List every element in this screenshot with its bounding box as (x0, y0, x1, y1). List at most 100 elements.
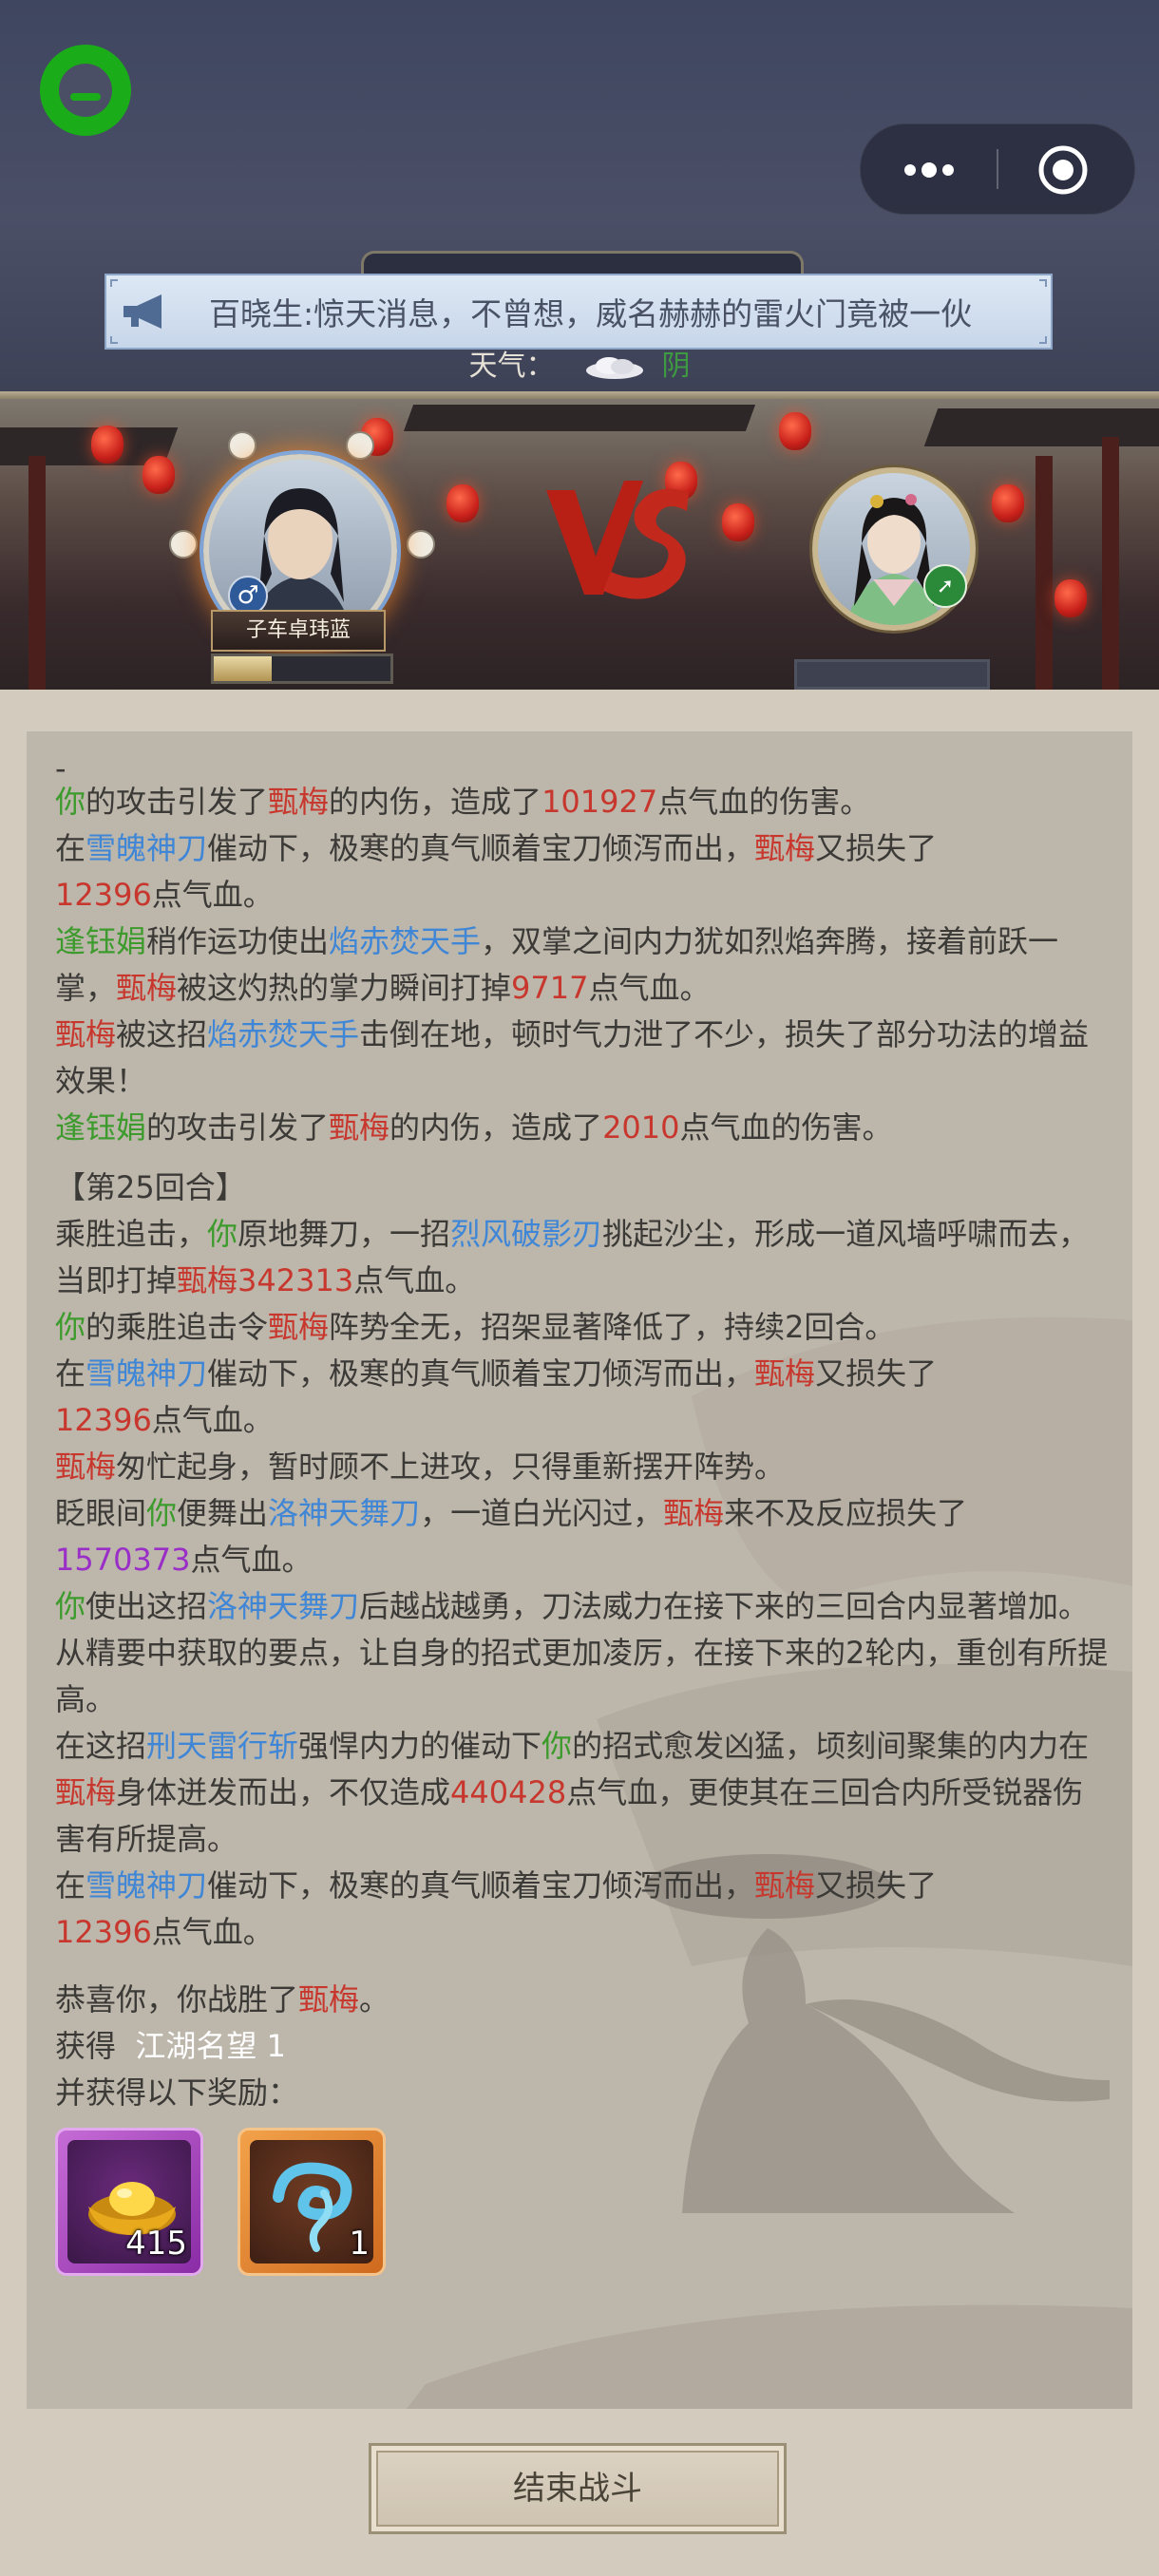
log-target: 甄梅 (55, 1449, 117, 1485)
log-text: 点气血。 (353, 1262, 476, 1298)
log-text: 点气血。 (151, 877, 274, 913)
log-top-marker: - (55, 750, 66, 786)
log-target: 甄梅 (754, 830, 816, 866)
pillar-shape (1102, 437, 1119, 690)
lantern-shape (992, 484, 1024, 522)
log-actor: 逢钰娟 (55, 1109, 147, 1146)
log-skill: 雪魄神刀 (86, 1355, 208, 1392)
log-text: 的招式愈发凶猛，顷刻间聚集的内力在 (572, 1728, 1090, 1764)
log-text: 点气血。 (151, 1914, 274, 1950)
reward-item[interactable]: 415 (55, 2128, 203, 2276)
log-actor: 你 (55, 1588, 86, 1624)
log-text: 便舞出 (177, 1495, 269, 1531)
rank-star (228, 431, 256, 460)
log-damage: 12396 (55, 1402, 152, 1438)
lantern-shape (91, 426, 124, 464)
log-spacer (55, 1956, 1110, 1977)
reward-list: 415 1 (55, 2128, 1110, 2280)
end-battle-button[interactable]: 结束战斗 (369, 2443, 787, 2534)
log-damage: 9717 (511, 970, 589, 1006)
log-text: 在 (55, 1355, 86, 1392)
log-text: 强悍内力的催动下 (298, 1728, 542, 1764)
log-text: 来不及反应损失了 (724, 1495, 968, 1531)
log-text: 又损失了 (815, 830, 938, 866)
rank-star (346, 431, 374, 460)
log-actor: 你 (146, 1495, 178, 1531)
announcement-text: 百晓生:惊天消息，不曾想，威名赫赫的雷火门竟被一伙 (209, 295, 973, 332)
log-text: 的攻击引发了 (86, 784, 269, 820)
rank-star (169, 530, 198, 559)
reward-item[interactable]: 1 (238, 2128, 386, 2276)
log-skill: 烈风破影刃 (450, 1216, 603, 1252)
lantern-shape (722, 503, 754, 541)
log-text: 又损失了 (815, 1867, 938, 1904)
reputation-value: 江湖名望 1 (135, 2028, 286, 2064)
log-damage: 440428 (450, 1774, 567, 1810)
log-text: 点气血的伤害。 (679, 1109, 893, 1146)
victory-text: 恭喜你，你战胜了 (55, 1981, 299, 2017)
log-text: 的内伤，造成了 (329, 784, 542, 820)
log-line: 甄梅匆忙起身，暂时顾不上进攻，只得重新摆开阵势。 (55, 1444, 1110, 1490)
log-text: 催动下，极寒的真气顺着宝刀倾泻而出， (207, 1355, 755, 1392)
player-name: 子车卓玮蓝 (211, 610, 386, 652)
more-dots-icon[interactable] (899, 151, 960, 189)
log-line: 逢钰娟稍作运功使出焰赤焚天手，双掌之间内力犹如烈焰奔腾，接着前跃一掌，甄梅被这灼… (55, 919, 1110, 1012)
log-spacer (55, 1151, 1110, 1165)
log-line: 乘胜追击，你原地舞刀，一招烈风破影刃挑起沙尘，形成一道风墙呼啸而去，当即打掉甄梅… (55, 1211, 1110, 1304)
victory-text: 。 (359, 1981, 390, 2017)
log-text: 眨眼间 (55, 1495, 147, 1531)
reward-count: 415 (125, 2225, 187, 2263)
lantern-shape (779, 412, 811, 450)
log-target: 甄梅 (268, 1309, 330, 1345)
log-text: 点气血。 (151, 1402, 274, 1438)
log-crit-damage: 1570373 (55, 1542, 191, 1578)
log-text: 原地舞刀，一招 (238, 1216, 451, 1252)
capsule-divider (997, 149, 998, 189)
mini-program-capsule (860, 123, 1135, 215)
log-text: 在 (55, 1867, 86, 1904)
log-text: 身体迸发而出，不仅造成 (116, 1774, 451, 1810)
log-target: 甄梅 (116, 970, 178, 1006)
log-actor: 你 (55, 1309, 86, 1345)
victory-target: 甄梅 (298, 1981, 360, 2017)
battle-log-panel[interactable]: - 你的攻击引发了甄梅的内伤，造成了101927点气血的伤害。 在雪魄神刀催动下… (27, 731, 1132, 2409)
log-text: 催动下，极寒的真气顺着宝刀倾泻而出， (207, 1867, 755, 1904)
roof-shape (403, 405, 756, 431)
lantern-shape (1054, 579, 1087, 617)
player-health-fill (214, 656, 273, 681)
battle-log: - 你的攻击引发了甄梅的内伤，造成了101927点气血的伤害。 在雪魄神刀催动下… (55, 750, 1110, 2280)
log-text: 点气血的伤害。 (657, 784, 871, 820)
megaphone-icon (124, 294, 162, 329)
player-health-bar (211, 653, 393, 684)
log-text: 在 (55, 830, 86, 866)
log-line: 在雪魄神刀催动下，极寒的真气顺着宝刀倾泻而出，甄梅又损失了 12396点气血。 (55, 825, 1110, 919)
ticker-corner (1039, 279, 1047, 287)
log-actor: 你 (542, 1728, 573, 1764)
weather-value: 阴 (661, 350, 691, 383)
log-line: 在这招刑天雷行斩强悍内力的催动下你的招式愈发凶猛，顷刻间聚集的内力在甄梅身体迸发… (55, 1723, 1110, 1863)
log-skill: 洛神天舞刀 (268, 1495, 421, 1531)
log-text: 又损失了 (815, 1355, 938, 1392)
log-actor: 你 (55, 784, 86, 820)
log-line: 在雪魄神刀催动下，极寒的真气顺着宝刀倾泻而出，甄梅又损失了 12396点气血。 (55, 1863, 1110, 1956)
pillar-shape (28, 456, 46, 690)
log-line: 从精要中获取的要点，让自身的招式更加凌厉，在接下来的2轮内，重创有所提高。 (55, 1635, 1109, 1717)
log-text: 点气血。 (190, 1542, 313, 1578)
ticker-corner (110, 279, 118, 287)
weather-label: 天气： (468, 350, 555, 383)
top-header: 天气： 阴 百晓生:惊天消息，不曾想，威名赫赫的雷火门竟被一伙 (0, 0, 1159, 399)
rank-star (407, 530, 435, 559)
log-line: 你的攻击引发了甄梅的内伤，造成了101927点气血的伤害。 (55, 779, 1110, 825)
cloud-icon (586, 356, 643, 379)
pillar-shape (1036, 456, 1053, 690)
vs-icon (546, 481, 689, 599)
circle-target-icon[interactable] (1036, 143, 1090, 197)
log-line: 你的乘胜追击令甄梅阵势全无，招架显著降低了，持续2回合。 (55, 1304, 1110, 1351)
reward-count: 1 (349, 2225, 370, 2263)
log-target: 甄梅 (177, 1262, 238, 1298)
log-target: 甄梅 (55, 1016, 117, 1052)
ticker-corner (1039, 336, 1047, 344)
log-text: 稍作运功使出 (146, 923, 330, 959)
announcement-ticker[interactable]: 百晓生:惊天消息，不曾想，威名赫赫的雷火门竟被一伙 (104, 274, 1053, 350)
enemy-health-bar (794, 659, 990, 690)
